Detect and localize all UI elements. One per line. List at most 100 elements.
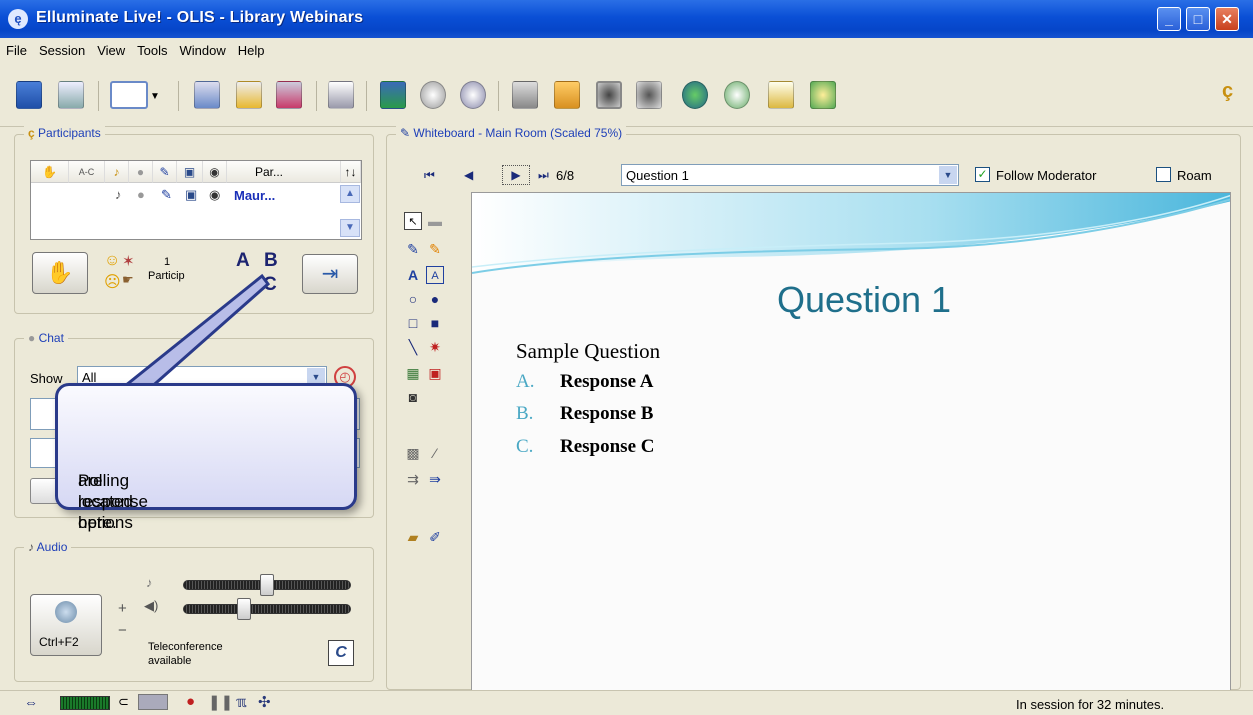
image-tool-icon[interactable]: ▦ — [404, 364, 422, 382]
chat-show-label: Show — [30, 371, 63, 386]
export-icon[interactable] — [554, 81, 580, 109]
menu-tools[interactable]: Tools — [131, 38, 173, 58]
highlighter-tool-icon[interactable]: ✎ — [426, 240, 444, 258]
status-bar: ⇔ ⊂ ● ❚❚ ℼ ✣ In session for 32 minutes. — [0, 690, 1253, 715]
tools-icon[interactable]: ℼ — [236, 693, 247, 711]
settings-icon[interactable] — [460, 81, 486, 109]
layout-icon[interactable] — [110, 81, 148, 109]
menu-help[interactable]: Help — [232, 38, 271, 58]
send-back-tool-icon[interactable]: ⇉ — [404, 470, 422, 488]
close-button[interactable]: ✕ — [1215, 7, 1239, 31]
ellipse-tool-icon[interactable]: ○ — [404, 290, 422, 308]
talk-button[interactable]: Ctrl+F2 — [30, 594, 102, 656]
magic-wand-tool-icon[interactable]: ✷ — [426, 338, 444, 356]
notepad-icon[interactable] — [768, 81, 794, 109]
menu-file[interactable]: File — [0, 38, 33, 58]
poll-option-b[interactable]: B — [264, 250, 278, 272]
webcam-group-icon[interactable] — [636, 81, 662, 109]
globe-icon[interactable] — [682, 81, 708, 109]
projector-icon[interactable] — [328, 81, 354, 109]
dropdown-arrow-icon[interactable]: ▼ — [150, 91, 160, 102]
last-page-icon[interactable]: ⏭ — [538, 168, 549, 183]
follow-moderator-checkbox[interactable]: ✓ — [975, 167, 990, 182]
chevron-down-icon[interactable]: ▼ — [939, 166, 957, 184]
menu-session[interactable]: Session — [33, 38, 91, 58]
maximize-button[interactable]: □ — [1186, 7, 1210, 31]
chat-icon: ● — [28, 331, 39, 345]
webcam-column-icon[interactable]: ◉ — [203, 161, 227, 183]
bring-front-tool-icon[interactable]: ⇛ — [426, 470, 444, 488]
pencil-column-icon[interactable]: ✎ — [153, 161, 177, 183]
page-indicator: 6/8 — [556, 168, 575, 183]
select-tool-icon[interactable]: ↖ — [404, 212, 422, 230]
exit-room-button[interactable]: ⇥ — [302, 254, 358, 294]
filled-ellipse-tool-icon[interactable]: ● — [426, 290, 444, 308]
screen-capture-tool-icon[interactable]: ◙ — [404, 388, 422, 406]
filled-rectangle-tool-icon[interactable]: ■ — [426, 314, 444, 332]
roam-checkbox[interactable] — [1156, 167, 1171, 182]
name-column-header[interactable]: Par... — [227, 161, 341, 183]
webcam-status-icon: ◉ — [209, 187, 221, 202]
participant-name[interactable]: Maur... — [234, 188, 275, 203]
toolbar-separator — [178, 81, 179, 111]
page-select-value: Question 1 — [626, 168, 689, 183]
eye-icon[interactable] — [194, 81, 220, 109]
mic-level-icon: ♪ — [146, 575, 153, 590]
next-page-icon[interactable]: ▶ — [502, 165, 530, 185]
phone-icon[interactable]: C — [328, 640, 354, 666]
mic-column-icon[interactable]: ♪ — [105, 161, 129, 183]
speaker-icon: ◀) — [144, 598, 159, 613]
align-icon[interactable] — [276, 81, 302, 109]
mic-volume-knob[interactable] — [260, 574, 274, 596]
load-icon[interactable] — [512, 81, 538, 109]
users-icon[interactable]: ✣ — [258, 693, 271, 711]
pen-tool-icon[interactable]: ✎ — [404, 240, 422, 258]
minimize-button[interactable]: _ — [1157, 7, 1181, 31]
print-icon[interactable] — [58, 81, 84, 109]
page-select[interactable]: Question 1 ▼ — [621, 164, 959, 186]
add-user-icon[interactable] — [810, 81, 836, 109]
cd-icon[interactable] — [420, 81, 446, 109]
line-tool-icon[interactable]: ╲ — [404, 338, 422, 356]
record-icon[interactable]: ● — [186, 693, 195, 710]
pointer-tool-icon[interactable]: ▬ — [426, 212, 444, 230]
pause-icon[interactable]: ❚❚ — [208, 693, 233, 711]
first-page-icon[interactable]: ⏮ — [424, 168, 435, 183]
ungroup-tool-icon[interactable]: ⁄ — [426, 444, 444, 462]
az-column-header[interactable]: A-C — [69, 161, 105, 183]
lock-icon[interactable] — [236, 81, 262, 109]
textbox-tool-icon[interactable]: A — [426, 266, 444, 284]
clear-tool-icon[interactable]: ✐ — [426, 528, 444, 546]
menu-window[interactable]: Window — [174, 38, 232, 58]
group-tool-icon[interactable]: ▩ — [404, 444, 422, 462]
presence-icon: ç — [1222, 80, 1234, 102]
speaker-volume-slider[interactable] — [183, 604, 351, 614]
poll-option-a[interactable]: A — [236, 250, 250, 272]
talk-shortcut-label: Ctrl+F2 — [39, 635, 79, 649]
desktop-share-icon[interactable] — [380, 81, 406, 109]
webcam-icon[interactable] — [596, 81, 622, 109]
chat-column-icon[interactable]: ● — [129, 161, 153, 183]
scroll-down-button[interactable]: ▼ — [340, 219, 360, 237]
whiteboard-slide[interactable]: Question 1 Sample Question A. Response A … — [471, 192, 1231, 700]
response-letter-a: A. — [516, 371, 535, 392]
participants-table[interactable]: ✋ A-C ♪ ● ✎ ▣ ◉ Par... ↑↓ ♪ ● ✎ ▣ ◉ Maur… — [30, 160, 362, 240]
text-tool-icon[interactable]: A — [404, 266, 422, 284]
clipart-tool-icon[interactable]: ▣ — [426, 364, 444, 382]
timer-icon[interactable] — [724, 81, 750, 109]
screen-column-icon[interactable]: ▣ — [177, 161, 203, 183]
applause-icon[interactable]: ✶ — [122, 252, 135, 270]
hand-column-icon[interactable]: ✋ — [31, 161, 69, 183]
rectangle-tool-icon[interactable]: □ — [404, 314, 422, 332]
raise-hand-button[interactable]: ✋ — [32, 252, 88, 294]
smile-emoticon-icon[interactable]: ☺ — [104, 252, 120, 270]
save-icon[interactable] — [16, 81, 42, 109]
prev-page-icon[interactable]: ◀ — [464, 168, 473, 182]
open-folder-icon[interactable]: ▰ — [404, 528, 422, 546]
scroll-up-button[interactable]: ▲ — [340, 185, 360, 203]
menu-view[interactable]: View — [91, 38, 131, 58]
callout-line-2: are located here. — [78, 471, 133, 532]
speaker-volume-knob[interactable] — [236, 598, 251, 620]
participants-icon: ç — [28, 126, 39, 140]
sort-column-header[interactable]: ↑↓ — [341, 161, 361, 183]
